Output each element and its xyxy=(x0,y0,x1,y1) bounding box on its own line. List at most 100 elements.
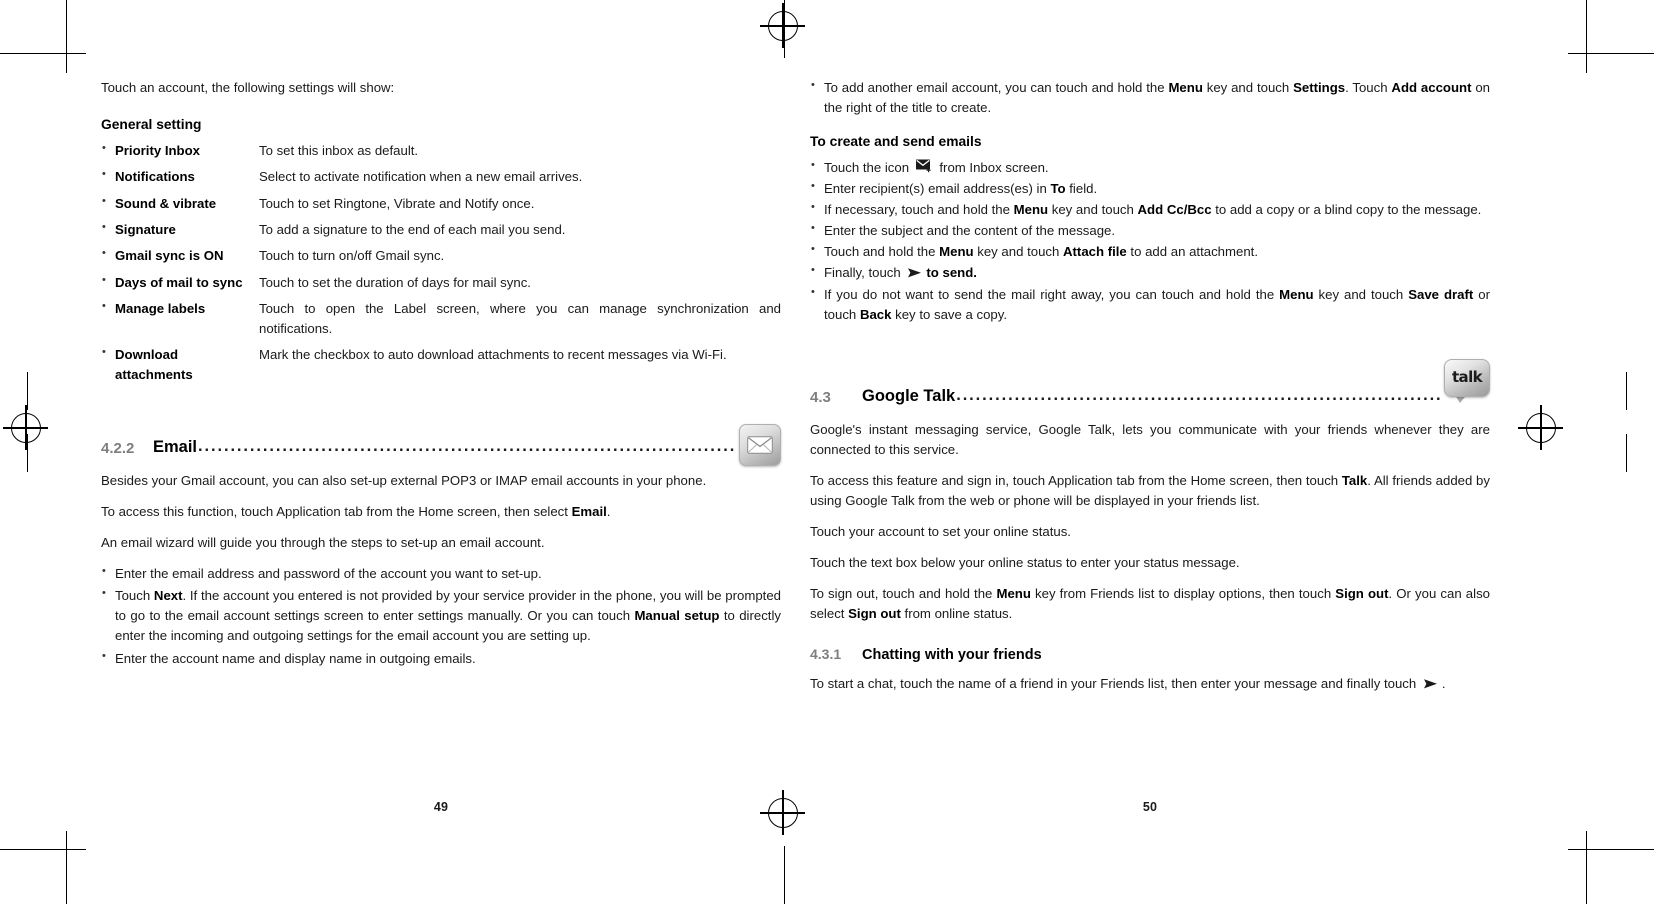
text-run: To add another email account, you can to… xyxy=(824,80,1169,95)
page-spread: Touch an account, the following settings… xyxy=(0,0,1654,904)
setting-term: Download attachments xyxy=(101,344,259,385)
text-run: key and touch xyxy=(1202,80,1294,95)
text-run: to add an attachment. xyxy=(1126,244,1258,260)
list-item: Enter the subject and the content of the… xyxy=(810,220,1490,241)
talk-access-paragraph: To access this feature and sign in, touc… xyxy=(810,471,1490,511)
list-item: If necessary, touch and hold the Menu ke… xyxy=(810,199,1490,220)
text-bold: Add Cc/Bcc xyxy=(1137,202,1212,218)
setting-definition: Mark the checkbox to auto download attac… xyxy=(259,346,727,362)
text-bold: Menu xyxy=(939,244,974,260)
setting-term: Sound & vibrate xyxy=(101,193,259,214)
setting-term: Days of mail to sync xyxy=(101,272,259,293)
text-bold: Menu xyxy=(1279,286,1314,302)
text-bold: Talk xyxy=(1341,472,1368,488)
text-run: To sign out, touch and hold the xyxy=(810,586,997,601)
text-bold: Save draft xyxy=(1408,286,1474,302)
icon-slot xyxy=(739,423,781,466)
list-item: Enter the account name and display name … xyxy=(101,648,781,669)
intro-paragraph: Touch an account, the following settings… xyxy=(101,80,395,95)
trim-tick-right2 xyxy=(1626,434,1628,472)
google-talk-icon-label: talk xyxy=(1451,368,1483,387)
chatting-paragraph: To start a chat, touch the name of a fri… xyxy=(810,674,1490,694)
list-item: If you do not want to send the mail righ… xyxy=(810,283,1490,325)
text-run: from online status. xyxy=(900,606,1013,622)
text-run: To access this function, touch Applicati… xyxy=(101,503,572,519)
setting-definition: Select to activate notification when a n… xyxy=(259,169,583,185)
settings-row: Sound & vibrate Touch to set Ringtone, V… xyxy=(101,193,781,214)
general-setting-heading: General setting xyxy=(101,117,202,133)
setting-term: Notifications xyxy=(101,166,259,187)
text-bold: Menu xyxy=(1168,80,1203,95)
settings-row: Manage labels Touch to open the Label sc… xyxy=(101,298,781,339)
text-run: key and touch xyxy=(973,244,1064,260)
add-account-bullet-list: To add another email account, you can to… xyxy=(810,77,1490,118)
text-run: to add a copy or a blind copy to the mes… xyxy=(1211,202,1482,218)
text-bold: Back xyxy=(859,306,892,322)
section-title: Google Talk xyxy=(862,386,956,405)
text-run: If you do not want to send the mail righ… xyxy=(824,286,1280,302)
setting-term: Gmail sync is ON xyxy=(101,245,259,266)
text-run: key and touch xyxy=(1313,286,1409,302)
email-setup-bullets: Enter the email address and password of … xyxy=(101,563,781,669)
text-run: Finally, touch xyxy=(824,265,905,281)
section-title: Email xyxy=(153,437,198,456)
trim-tick-right xyxy=(1626,372,1628,410)
text-run: . xyxy=(1441,676,1446,692)
setting-definition: To add a signature to the end of each ma… xyxy=(259,221,566,237)
page-number-right: 50 xyxy=(1142,800,1158,814)
talk-paragraph-3: Touch the text box below your online sta… xyxy=(810,554,1240,570)
list-item: To add another email account, you can to… xyxy=(810,77,1490,118)
registration-mark-top xyxy=(760,3,805,48)
text-bold: Email xyxy=(571,503,607,519)
setting-definition: Touch to turn on/off Gmail sync. xyxy=(259,248,445,264)
text-run: field. xyxy=(1065,181,1098,197)
list-item: Touch Next. If the account you entered i… xyxy=(101,585,781,646)
setting-definition: Touch to set Ringtone, Vibrate and Notif… xyxy=(259,195,535,211)
text-run: Touch and hold the xyxy=(824,244,940,260)
icon-slot: talk xyxy=(1444,358,1490,410)
text-run: Touch the icon xyxy=(824,160,913,176)
send-icon xyxy=(1423,676,1439,689)
email-paragraph-2: To access this function, touch Applicati… xyxy=(101,502,781,522)
dot-leader: ........................................… xyxy=(956,385,1442,404)
dot-leader: ........................................… xyxy=(198,436,737,455)
talk-paragraph-1: Google's instant messaging service, Goog… xyxy=(810,421,1490,457)
text-run: To start a chat, touch the name of a fri… xyxy=(810,676,1420,692)
text-run: key and touch xyxy=(1048,202,1138,218)
setting-definition: Touch to open the Label screen, where yo… xyxy=(259,300,781,336)
registration-mark-left xyxy=(3,405,48,450)
email-paragraph-3: An email wizard will guide you through t… xyxy=(101,534,545,550)
text-run: . Touch xyxy=(1345,80,1392,95)
text-bold: to send. xyxy=(926,265,977,281)
trim-tick-left xyxy=(27,372,29,410)
section-heading-google-talk: 4.3 Google Talk ........................… xyxy=(810,355,1490,406)
text-bold: To xyxy=(1050,181,1066,197)
text-bold: Menu xyxy=(1013,202,1049,218)
text-run: . xyxy=(606,503,611,519)
text-bold: Sign out xyxy=(848,606,901,622)
settings-row: Signature To add a signature to the end … xyxy=(101,219,781,240)
google-talk-icon: talk xyxy=(1444,358,1490,405)
list-item: Finally, touch to send. xyxy=(810,262,1490,283)
text-bold: Attach file xyxy=(1063,244,1127,260)
subsection-number: 4.3.1 xyxy=(810,646,842,663)
fold-mark-bottom xyxy=(784,846,786,904)
text-bold: Next xyxy=(153,588,183,604)
settings-definition-list: Priority Inbox To set this inbox as defa… xyxy=(101,140,781,385)
list-item: Touch the icon from Inbox screen. xyxy=(810,157,1490,178)
list-item: Touch and hold the Menu key and touch At… xyxy=(810,241,1490,262)
setting-term: Signature xyxy=(101,219,259,240)
text-bold: Add account xyxy=(1391,80,1472,95)
text-run: Touch xyxy=(115,588,154,604)
text-bold: Menu xyxy=(996,586,1031,601)
section-number: 4.3 xyxy=(810,388,831,406)
settings-row: Download attachments Mark the checkbox t… xyxy=(101,344,781,385)
text-run: from Inbox screen. xyxy=(935,160,1049,176)
email-paragraph-1: Besides your Gmail account, you can also… xyxy=(101,472,707,488)
settings-row: Notifications Select to activate notific… xyxy=(101,166,781,187)
page-right: To add another email account, you can to… xyxy=(810,77,1490,814)
text-bold: Manual setup xyxy=(634,608,720,624)
text-run: key from Friends list to display options… xyxy=(1030,586,1336,601)
text-run: To access this feature and sign in, touc… xyxy=(810,472,1342,488)
trim-tick-left2 xyxy=(27,434,29,472)
